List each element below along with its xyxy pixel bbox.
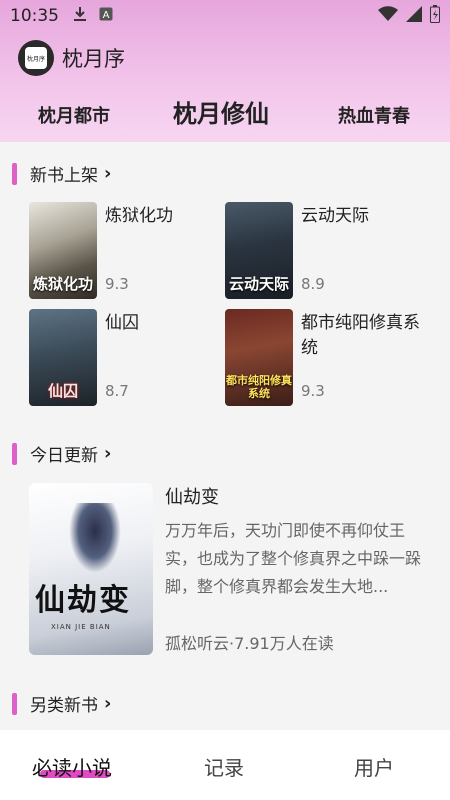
book-score: 9.3 — [105, 275, 129, 293]
chevron-right-icon: › — [104, 163, 112, 184]
section-other-new-header[interactable]: 另类新书 › — [12, 691, 111, 716]
book-score: 8.7 — [105, 382, 129, 400]
section-bar — [12, 162, 17, 185]
book-score: 9.3 — [301, 382, 325, 400]
section-bar — [12, 692, 17, 715]
bottom-nav: 必读小说 记录 用户 — [0, 730, 450, 800]
section-today-update-header[interactable]: 今日更新 › — [12, 441, 111, 466]
featured-book-cover: 仙劫变 XIAN JIE BIAN — [29, 483, 153, 655]
featured-book-name: 仙劫变 — [165, 487, 219, 508]
tab-zhenyue-dushi[interactable]: 枕月都市 — [38, 102, 110, 128]
tab-zhenyue-xiuxian[interactable]: 枕月修仙 — [173, 94, 269, 129]
book-name: 仙囚 — [105, 313, 139, 333]
book-cover-title: 仙囚 — [47, 382, 78, 400]
section-title: 今日更新 — [30, 446, 98, 466]
tab-label: 枕月修仙 — [173, 100, 269, 128]
cover-figure-illustration — [69, 503, 121, 573]
chevron-right-icon: › — [104, 443, 112, 464]
book-name: 云动天际 — [301, 206, 369, 226]
status-time: 10:35 — [10, 6, 59, 26]
book-card[interactable]: 仙囚 仙囚 8.7 — [29, 309, 139, 406]
book-name: 都市纯阳修真系统 — [301, 313, 420, 358]
book-card[interactable]: 都市纯阳修真系统 都市纯阳修真系统 9.3 — [225, 309, 420, 406]
section-title: 另类新书 — [30, 696, 98, 716]
book-cover: 都市纯阳修真系统 — [225, 309, 293, 406]
signal-icon — [406, 5, 422, 27]
notification-a-icon: A — [99, 7, 113, 25]
book-cover-title: 云动天际 — [228, 275, 289, 293]
app-title: 枕月序 — [62, 47, 125, 71]
bottom-tab-user[interactable]: 用户 — [354, 752, 394, 781]
status-bar: 10:35 A — [0, 0, 450, 32]
chevron-right-icon: › — [104, 693, 112, 714]
book-score: 8.9 — [301, 275, 325, 293]
section-bar — [12, 442, 17, 465]
section-new-books-header[interactable]: 新书上架 › — [12, 161, 111, 186]
wifi-icon — [378, 5, 398, 27]
svg-text:A: A — [103, 10, 110, 21]
app-logo-text: 枕月序 — [26, 55, 45, 63]
book-cover-title: 都市纯阳修真系统 — [226, 374, 292, 400]
download-icon — [73, 6, 87, 26]
featured-book-meta: 孤松听云·7.91万人在读 — [165, 634, 334, 653]
tab-rexue-qingchun[interactable]: 热血青春 — [338, 102, 410, 128]
featured-cover-pinyin: XIAN JIE BIAN — [51, 623, 111, 631]
app-logo: 枕月序 — [18, 40, 54, 76]
book-card[interactable]: 云动天际 云动天际 8.9 — [225, 202, 369, 299]
book-cover: 云动天际 — [225, 202, 293, 299]
app-bar: 枕月序 枕月序 — [18, 40, 125, 76]
featured-book-description: 万万年后，天功门即使不再仰仗王实，也成为了整个修真界之中跺一跺脚，整个修真界都会… — [165, 521, 422, 596]
book-card[interactable]: 炼狱化功 炼狱化功 9.3 — [29, 202, 173, 299]
bottom-tab-records[interactable]: 记录 — [204, 752, 244, 781]
book-name: 炼狱化功 — [105, 206, 173, 226]
battery-icon — [430, 4, 440, 28]
top-tabs: 枕月都市 枕月修仙 热血青春 — [0, 94, 450, 134]
featured-book[interactable]: 仙劫变 XIAN JIE BIAN 仙劫变 万万年后，天功门即使不再仰仗王实，也… — [29, 483, 421, 655]
bottom-tab-must-read[interactable]: 必读小说 — [32, 752, 112, 781]
bottom-tab-label: 必读小说 — [32, 756, 112, 780]
section-title: 新书上架 — [30, 166, 98, 186]
header-background: 10:35 A 枕月序 枕月序 枕月都市 枕月修仙 热血青春 — [0, 0, 450, 142]
book-cover-title: 炼狱化功 — [32, 275, 93, 293]
book-cover: 仙囚 — [29, 309, 97, 406]
book-cover: 炼狱化功 — [29, 202, 97, 299]
featured-cover-title: 仙劫变 — [35, 583, 131, 618]
